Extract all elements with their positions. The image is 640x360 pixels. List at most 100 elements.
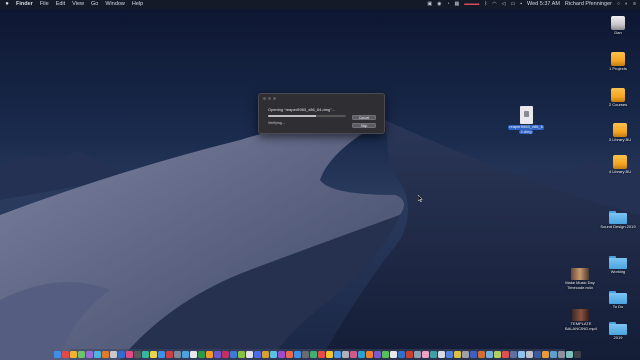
grid-icon[interactable]: ▦ [455,0,460,9]
dock-app-icon[interactable] [62,351,69,358]
cancel-button[interactable]: Cancel [352,115,376,120]
dock-app-icon[interactable] [190,351,197,358]
dock-app-icon[interactable] [294,351,301,358]
menubar-clock[interactable]: Wed 5:37 AM [527,0,560,9]
battery-icon[interactable]: ▭ [510,0,515,9]
timer-icon[interactable]: ◔ [446,0,449,9]
menu-edit[interactable]: Edit [56,0,65,9]
dock-app-icon[interactable] [574,351,581,358]
dock-app-icon[interactable] [382,351,389,358]
dock-app-icon[interactable] [94,351,101,358]
dock-app-icon[interactable] [326,351,333,358]
menu-help[interactable]: Help [132,0,143,9]
menubar-user[interactable]: Richard Pfenninger [565,0,612,9]
menu-window[interactable]: Window [105,0,125,9]
dock-app-icon[interactable] [510,351,517,358]
dock-app-icon[interactable] [254,351,261,358]
dock-app-icon[interactable] [558,351,565,358]
dock-app-icon[interactable] [230,351,237,358]
spotlight-search-icon[interactable]: ○ [617,0,620,9]
dock-app-icon[interactable] [70,351,77,358]
dock-app-icon[interactable] [78,351,85,358]
dock-app-icon[interactable] [206,351,213,358]
notification-center-icon[interactable]: ≡ [633,0,636,9]
dock-app-icon[interactable] [494,351,501,358]
desktop-item-working[interactable]: Working [600,256,636,275]
apple-menu-icon[interactable]: ● [4,0,10,9]
dock-app-icon[interactable] [54,351,61,358]
dock-app-icon[interactable] [438,351,445,358]
dock-app-icon[interactable] [102,351,109,358]
dock-app-icon[interactable] [566,351,573,358]
dock-app-icon[interactable] [454,351,461,358]
dock-app-icon[interactable] [246,351,253,358]
menu-file[interactable]: File [40,0,49,9]
desktop-video-make-music-day[interactable]: Make Music Day Timecode.m4v [559,268,601,290]
dock-app-icon[interactable] [406,351,413,358]
desktop-item-2019[interactable]: 2019 [600,322,636,341]
menu-view[interactable]: View [72,0,84,9]
dock-app-icon[interactable] [310,351,317,358]
dock-app-icon[interactable] [150,351,157,358]
dock-app-icon[interactable] [374,351,381,358]
desktop-item-projects[interactable]: 1 Projects [600,52,636,72]
dock-app-icon[interactable] [470,351,477,358]
desktop-item-courses[interactable]: 2 Courses [600,88,636,108]
desktop-item-to-do[interactable]: To Do [600,291,636,310]
dock-app-icon[interactable] [350,351,357,358]
dock-app-icon[interactable] [118,351,125,358]
audio-meter-icon[interactable]: ▬▬▬ [464,0,479,9]
dock-app-icon[interactable] [182,351,189,358]
wifi-icon[interactable]: ◠ [492,0,496,9]
dock-app-icon[interactable] [270,351,277,358]
dock-app-icon[interactable] [486,351,493,358]
control-icon[interactable]: ◐ [625,0,628,9]
menu-go[interactable]: Go [91,0,98,9]
close-button[interactable] [263,97,266,100]
volume-icon[interactable]: ◁ [502,0,506,9]
dock-app-icon[interactable] [134,351,141,358]
dock-app-icon[interactable] [302,351,309,358]
dock-app-icon[interactable] [158,351,165,358]
desktop-item-library-bu-4[interactable]: 4 Library BU [600,155,640,175]
dock-app-icon[interactable] [166,351,173,358]
desktop-item-sound-design[interactable]: Sound Design 2019 [598,211,638,230]
dock-app-icon[interactable] [334,351,341,358]
dock-app-icon[interactable] [110,351,117,358]
desktop-file-dmg[interactable]: reaper5983_x86_6 4.dmg [508,106,544,135]
dock-app-icon[interactable] [126,351,133,358]
desktop-video-template-balancing[interactable]: TEMPLATE BALANCING.mp4 [559,309,603,331]
dock-app-icon[interactable] [446,351,453,358]
dock-app-icon[interactable] [398,351,405,358]
dock-app-icon[interactable] [198,351,205,358]
dock-app-icon[interactable] [462,351,469,358]
dock-app-icon[interactable] [318,351,325,358]
dock-app-icon[interactable] [518,351,525,358]
dock-app-icon[interactable] [142,351,149,358]
dock-app-icon[interactable] [414,351,421,358]
dock-app-icon[interactable] [214,351,221,358]
dock-app-icon[interactable] [342,351,349,358]
dock-app-icon[interactable] [366,351,373,358]
dock-app-icon[interactable] [262,351,269,358]
dock-app-icon[interactable] [358,351,365,358]
dock-app-icon[interactable] [86,351,93,358]
dock-app-icon[interactable] [526,351,533,358]
dock-app-icon[interactable] [422,351,429,358]
menu-app-name[interactable]: Finder [16,0,33,9]
app-status-icon[interactable]: ◉ [437,0,441,9]
dock-app-icon[interactable] [502,351,509,358]
dock-app-icon[interactable] [286,351,293,358]
zoom-button[interactable] [273,97,276,100]
desktop-item-dan[interactable]: Dan [600,16,636,36]
minimize-button[interactable] [268,97,271,100]
dock-app-icon[interactable] [430,351,437,358]
bluetooth-icon[interactable]: ᛒ [484,0,487,9]
dock-app-icon[interactable] [174,351,181,358]
dock-app-icon[interactable] [478,351,485,358]
flag-icon[interactable]: ▪ [520,0,522,9]
dock-app-icon[interactable] [278,351,285,358]
skip-button[interactable]: Skip [352,123,376,128]
dock-app-icon[interactable] [550,351,557,358]
dock-app-icon[interactable] [238,351,245,358]
